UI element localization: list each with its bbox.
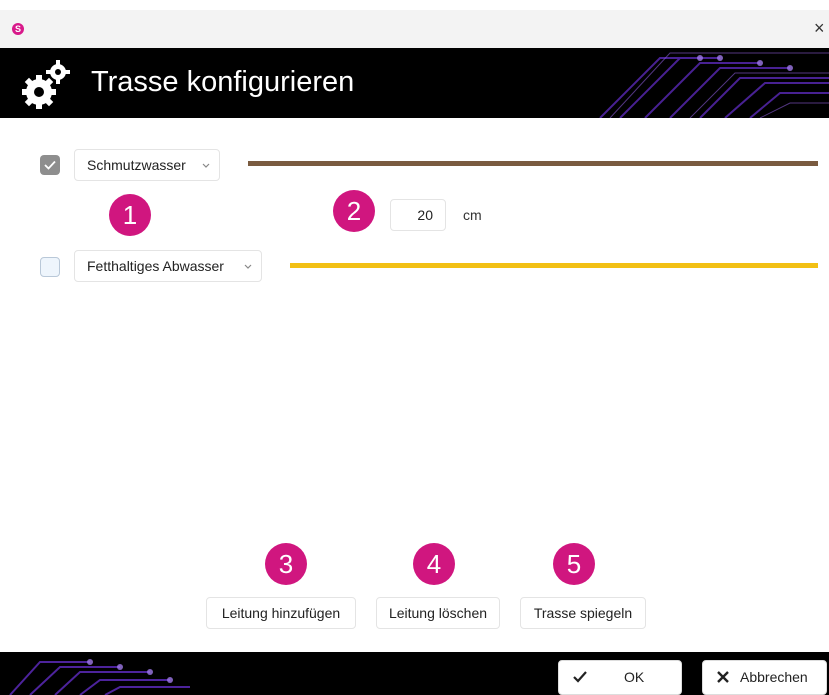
mirror-route-button[interactable]: Trasse spiegeln xyxy=(520,597,646,629)
spacing-unit-label: cm xyxy=(463,207,482,223)
chevron-down-icon xyxy=(202,163,210,168)
window-titlebar: S × xyxy=(0,10,829,48)
ok-button[interactable]: OK xyxy=(558,660,682,695)
dialog-title: Trasse konfigurieren xyxy=(91,66,355,98)
gear-icon xyxy=(22,60,70,109)
delete-line-button[interactable]: Leitung löschen xyxy=(376,597,500,629)
row-2-checkbox[interactable] xyxy=(40,257,60,277)
spacing-input[interactable]: 20 xyxy=(390,199,446,231)
callout-badge-1: 1 xyxy=(109,194,151,236)
cancel-button-label: Abbrechen xyxy=(740,669,808,685)
dialog-header: Trasse konfigurieren xyxy=(0,48,829,118)
checkmark-icon xyxy=(44,160,56,170)
row-1-line xyxy=(248,161,818,166)
callout-badge-3: 3 xyxy=(265,543,307,585)
row-1-type-dropdown[interactable]: Schmutzwasser xyxy=(74,149,220,181)
ok-button-label: OK xyxy=(624,669,645,685)
chevron-down-icon xyxy=(244,264,252,269)
row-2-type-dropdown[interactable]: Fetthaltiges Abwasser xyxy=(74,250,262,282)
callout-badge-2: 2 xyxy=(333,190,375,232)
add-line-button[interactable]: Leitung hinzufügen xyxy=(206,597,356,629)
dialog-footer: OK Abbrechen xyxy=(0,652,829,695)
app-logo-icon: S xyxy=(12,23,24,35)
window-close-button[interactable]: × xyxy=(814,17,829,39)
row-1-checkbox[interactable] xyxy=(40,155,60,175)
row-2-type-label: Fetthaltiges Abwasser xyxy=(87,258,224,274)
callout-badge-4: 4 xyxy=(413,543,455,585)
callout-badge-5: 5 xyxy=(553,543,595,585)
close-icon xyxy=(717,671,729,683)
row-1-type-label: Schmutzwasser xyxy=(87,157,186,173)
checkmark-icon xyxy=(573,671,587,683)
row-2-line xyxy=(290,263,818,268)
cancel-button[interactable]: Abbrechen xyxy=(702,660,827,695)
